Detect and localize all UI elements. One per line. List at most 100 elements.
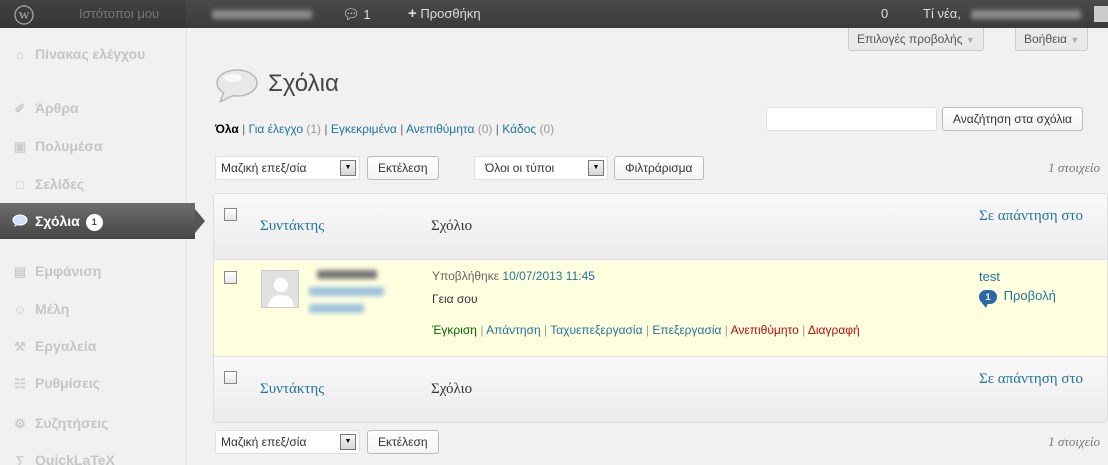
spam-link[interactable]: Ανεπιθύμητο: [731, 323, 799, 337]
sidebar-item-settings[interactable]: ☷ Ρυθμίσεις: [0, 365, 187, 401]
sidebar-item-label: Σχόλια: [35, 213, 80, 229]
author-column-header[interactable]: Συντάκτης: [260, 218, 324, 235]
new-content-label: Προσθήκη: [420, 6, 481, 21]
latex-icon: ∑: [15, 453, 25, 465]
search-comments-button[interactable]: Αναζήτηση στα σχόλια: [942, 107, 1083, 131]
quick-edit-link[interactable]: Ταχυεπεξεργασία: [550, 323, 642, 337]
sidebar-item-tools[interactable]: ⚒ Εργαλεία: [0, 328, 187, 364]
table-row: Υποβλήθηκε 10/07/2013 11:45 Γεια σου Έγκ…: [214, 261, 1107, 356]
filter-pending[interactable]: Για έλεγχο: [249, 122, 303, 136]
comment-date-link[interactable]: 10/07/2013 11:45: [502, 269, 595, 283]
view-post-link[interactable]: 1 Προβολή: [979, 288, 1056, 308]
approve-link[interactable]: Έγκριση: [432, 323, 477, 337]
comments-menu[interactable]: 💬︎ 1: [342, 0, 371, 28]
filter-button[interactable]: Φιλτράρισμα: [614, 156, 704, 180]
comment-type-value: Όλοι οι τύποι: [485, 161, 555, 175]
comments-table: Συντάκτης Σχόλιο Σε απάντηση στο Υποβλήθ…: [213, 193, 1108, 423]
sidebar-item-quicklatex[interactable]: ∑ QuickLaTeX: [0, 442, 187, 465]
comment-count-icon: 1: [979, 289, 997, 308]
pages-icon: □: [16, 177, 24, 193]
response-column-header[interactable]: Σε απάντηση στο: [979, 206, 1099, 226]
sidebar-item-label: Εργαλεία: [35, 338, 97, 354]
new-content-menu[interactable]: + Προσθήκη: [408, 0, 481, 28]
response-column-header[interactable]: Σε απάντηση στο: [979, 369, 1099, 389]
apply-button[interactable]: Εκτέλεση: [367, 156, 439, 180]
pending-count: (1): [306, 122, 322, 136]
svg-text:W: W: [19, 10, 30, 22]
comment-text: Γεια σου: [432, 292, 478, 306]
sidebar-item-label: Μέλη: [35, 301, 70, 317]
view-label: Προβολή: [1003, 288, 1056, 303]
greeting-text: Τί νέα,: [923, 6, 961, 21]
comment-column-header: Σχόλιο: [431, 218, 473, 234]
avatar: [261, 270, 299, 308]
response-post-link[interactable]: test: [979, 269, 1000, 284]
comment-bubble-icon: 💬︎: [342, 6, 360, 22]
bulk-actions-value: Μαζική επεξ/σία: [221, 435, 307, 449]
items-count-bottom: 1 στοιχείο: [1048, 434, 1100, 449]
trash-count: (0): [539, 122, 555, 136]
avatar[interactable]: [1094, 6, 1108, 22]
sidebar-item-label: Συζητήσεις: [35, 415, 109, 431]
sidebar-item-appearance[interactable]: ▤ Εμφάνιση: [0, 253, 187, 289]
wordpress-logo-icon[interactable]: W: [14, 0, 34, 28]
filter-spam[interactable]: Ανεπιθύμητα: [406, 122, 474, 136]
search-input[interactable]: [766, 107, 937, 131]
my-sites-link[interactable]: Ιστότοποι μου: [79, 0, 159, 28]
comment-status-filters: Όλα | Για έλεγχο (1) | Εγκεκριμένα | Ανε…: [215, 122, 555, 136]
help-label: Βοήθεια: [1024, 32, 1067, 46]
filter-all[interactable]: Όλα: [215, 122, 239, 136]
edit-link[interactable]: Επεξεργασία: [652, 323, 721, 337]
comments-icon: [11, 214, 29, 230]
sidebar-item-pages[interactable]: □ Σελίδες: [0, 166, 187, 202]
sidebar-item-users[interactable]: ☺ Μέλη: [0, 291, 187, 327]
table-footer: Συντάκτης Σχόλιο Σε απάντηση στο: [214, 356, 1107, 422]
sidebar-item-dashboard[interactable]: ⌂ Πίνακας ελέγχου: [0, 36, 187, 72]
sidebar-item-posts[interactable]: ✐ Άρθρα: [0, 90, 187, 126]
sidebar-item-label: QuickLaTeX: [35, 452, 115, 465]
chevron-down-icon: ▼: [965, 35, 975, 45]
filter-trash[interactable]: Κάδος: [502, 122, 536, 136]
sidebar-item-label: Ρυθμίσεις: [35, 375, 100, 391]
chevron-down-icon: ▼: [1070, 35, 1080, 45]
comment-type-select[interactable]: Όλοι οι τύποι ▼: [474, 156, 608, 180]
reply-link[interactable]: Απάντηση: [486, 323, 541, 337]
site-name-link[interactable]: [212, 0, 312, 28]
account-menu[interactable]: Τί νέα,: [923, 0, 1081, 28]
bulk-actions-value: Μαζική επεξ/σία: [221, 161, 307, 175]
sidebar-item-comments[interactable]: Σχόλια 1: [0, 203, 205, 239]
sidebar-item-label: Πίνακας ελέγχου: [35, 46, 146, 62]
chevron-down-icon: ▼: [340, 160, 356, 176]
page-title: Σχόλια: [268, 70, 339, 97]
updates-count[interactable]: 0: [881, 0, 888, 28]
admin-bar: W Ιστότοποι μου 💬︎ 1 + Προσθήκη 0 Τί νέα…: [0, 0, 1108, 28]
sidebar-item-label: Πολυμέσα: [35, 138, 103, 154]
filter-approved[interactable]: Εγκεκριμένα: [331, 122, 397, 136]
delete-link[interactable]: Διαγραφή: [808, 323, 860, 337]
select-all-checkbox[interactable]: [224, 208, 237, 221]
appearance-icon: ▤: [13, 264, 27, 280]
tools-icon: ⚒: [14, 339, 26, 355]
submitted-prefix: Υποβλήθηκε: [432, 269, 500, 283]
sidebar-item-media[interactable]: ▣ Πολυμέσα: [0, 128, 187, 164]
spam-count: (0): [477, 122, 493, 136]
select-all-checkbox[interactable]: [224, 371, 237, 384]
admin-sidebar: ⌂ Πίνακας ελέγχου ✐ Άρθρα ▣ Πολυμέσα □ Σελίδ…: [0, 28, 205, 465]
author-column-header[interactable]: Συντάκτης: [260, 381, 324, 398]
row-checkbox[interactable]: [224, 271, 237, 284]
comments-badge: 1: [85, 213, 103, 231]
sidebar-item-discussion[interactable]: ⚙ Συζητήσεις: [0, 405, 187, 441]
screen-options-button[interactable]: Επιλογές προβολής ▼: [848, 28, 984, 51]
chevron-down-icon: ▼: [588, 160, 604, 176]
bulk-actions-select-bottom[interactable]: Μαζική επεξ/σία ▼: [215, 430, 360, 454]
dashboard-icon: ⌂: [16, 47, 24, 63]
media-icon: ▣: [13, 139, 27, 155]
help-button[interactable]: Βοήθεια ▼: [1015, 28, 1089, 51]
comments-title-icon: [215, 68, 259, 107]
author-info: [309, 270, 384, 313]
bulk-actions-select[interactable]: Μαζική επεξ/σία ▼: [215, 156, 360, 180]
comments-count: 1: [363, 7, 371, 22]
comment-column-header: Σχόλιο: [431, 381, 473, 397]
chevron-down-icon: ▼: [340, 434, 356, 450]
apply-button-bottom[interactable]: Εκτέλεση: [367, 430, 439, 454]
